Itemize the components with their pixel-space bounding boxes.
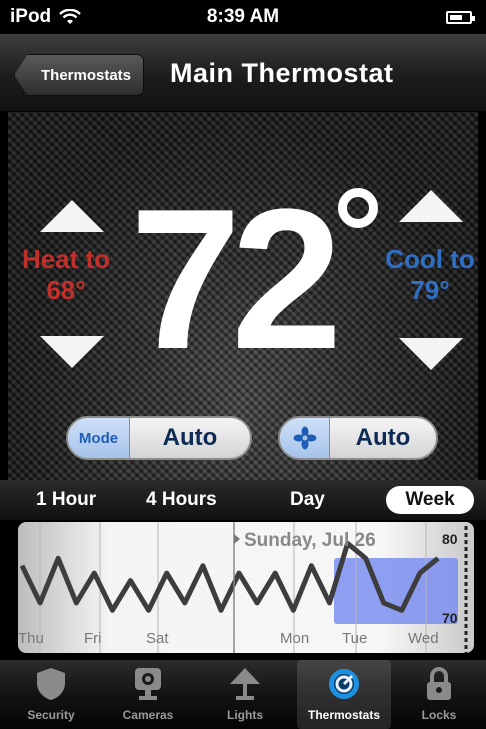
lock-icon [427, 667, 451, 700]
camera-icon [135, 668, 161, 700]
shield-icon [37, 668, 65, 700]
chart-svg: Sunday, Jul 26 Thu Fri Sat Mon Tue Wed 80 70 [18, 522, 468, 653]
x-tick-label: Mon [280, 630, 309, 647]
mode-value: Auto [162, 424, 218, 451]
x-tick-label: Sat [146, 630, 169, 647]
tab-week[interactable]: Week [386, 486, 474, 514]
cool-value: 79° [410, 275, 450, 305]
nav-bar: Thermostats Main Thermostat [0, 34, 486, 112]
range-tabs: 1 Hour 4 Hours Day Week [0, 480, 486, 520]
x-tick-label: Fri [84, 630, 102, 647]
y-tick-label: 70 [442, 610, 458, 626]
tab-locks[interactable]: Locks [392, 660, 486, 729]
heat-setpoint: Heat to 68° [20, 244, 112, 306]
mode-selector[interactable]: Mode Auto [66, 416, 252, 460]
tab-lights-label: Lights [227, 708, 263, 722]
tab-day[interactable]: Day [290, 489, 325, 511]
tab-lights[interactable]: Lights [198, 660, 292, 729]
tab-thermostats-label: Thermostats [307, 708, 381, 722]
tab-bar: Security Cameras Lights Thermostats Lock… [0, 660, 486, 729]
thermostat-panel: Heat to 68° 72 Cool to 79° Mode Auto Aut… [8, 112, 478, 480]
fan-selector[interactable]: Auto [278, 416, 438, 460]
x-tick-label: Thu [18, 630, 44, 647]
tab-cameras[interactable]: Cameras [101, 660, 195, 729]
status-bar: iPod 8:39 AM [0, 0, 486, 34]
cool-decrease-arrow-icon[interactable] [399, 338, 463, 370]
clock: 8:39 AM [206, 6, 280, 27]
x-tick-label: Tue [342, 630, 367, 647]
cool-increase-arrow-icon[interactable] [399, 190, 463, 222]
page-title: Main Thermostat [170, 58, 394, 88]
tab-security-label: Security [27, 708, 75, 722]
tab-4-hours[interactable]: 4 Hours [146, 489, 217, 511]
heat-decrease-arrow-icon[interactable] [40, 336, 104, 368]
tab-locks-label: Locks [421, 708, 457, 722]
heat-label: Heat to [21, 244, 111, 274]
selection-highlight [334, 558, 458, 624]
heat-value: 68° [46, 275, 86, 305]
tab-1-hour[interactable]: 1 Hour [36, 489, 96, 511]
x-tick-label: Wed [408, 630, 439, 647]
fan-icon [280, 418, 330, 458]
cursor-marker [234, 534, 240, 544]
tab-security[interactable]: Security [4, 660, 98, 729]
mode-label: Mode [68, 418, 130, 458]
back-button[interactable]: Thermostats [14, 54, 145, 96]
current-temperature: 72 [130, 168, 342, 391]
history-chart-container: Sunday, Jul 26 Thu Fri Sat Mon Tue Wed 80 70 [0, 520, 486, 660]
y-tick-label: 80 [442, 531, 458, 547]
tab-thermostats[interactable]: Thermostats [297, 660, 391, 729]
battery-icon [446, 11, 475, 24]
degree-symbol-icon [338, 188, 378, 228]
history-chart[interactable]: Sunday, Jul 26 Thu Fri Sat Mon Tue Wed 80 70 [18, 522, 474, 653]
heat-increase-arrow-icon[interactable] [40, 200, 104, 232]
cool-label: Cool to [385, 244, 475, 274]
lamp-icon [230, 668, 260, 700]
chart-title: Sunday, Jul 26 [244, 530, 376, 551]
thermostat-dial-icon [329, 669, 359, 699]
fan-value: Auto [355, 424, 411, 451]
cool-setpoint: Cool to 79° [374, 244, 486, 306]
tab-cameras-label: Cameras [122, 708, 174, 722]
